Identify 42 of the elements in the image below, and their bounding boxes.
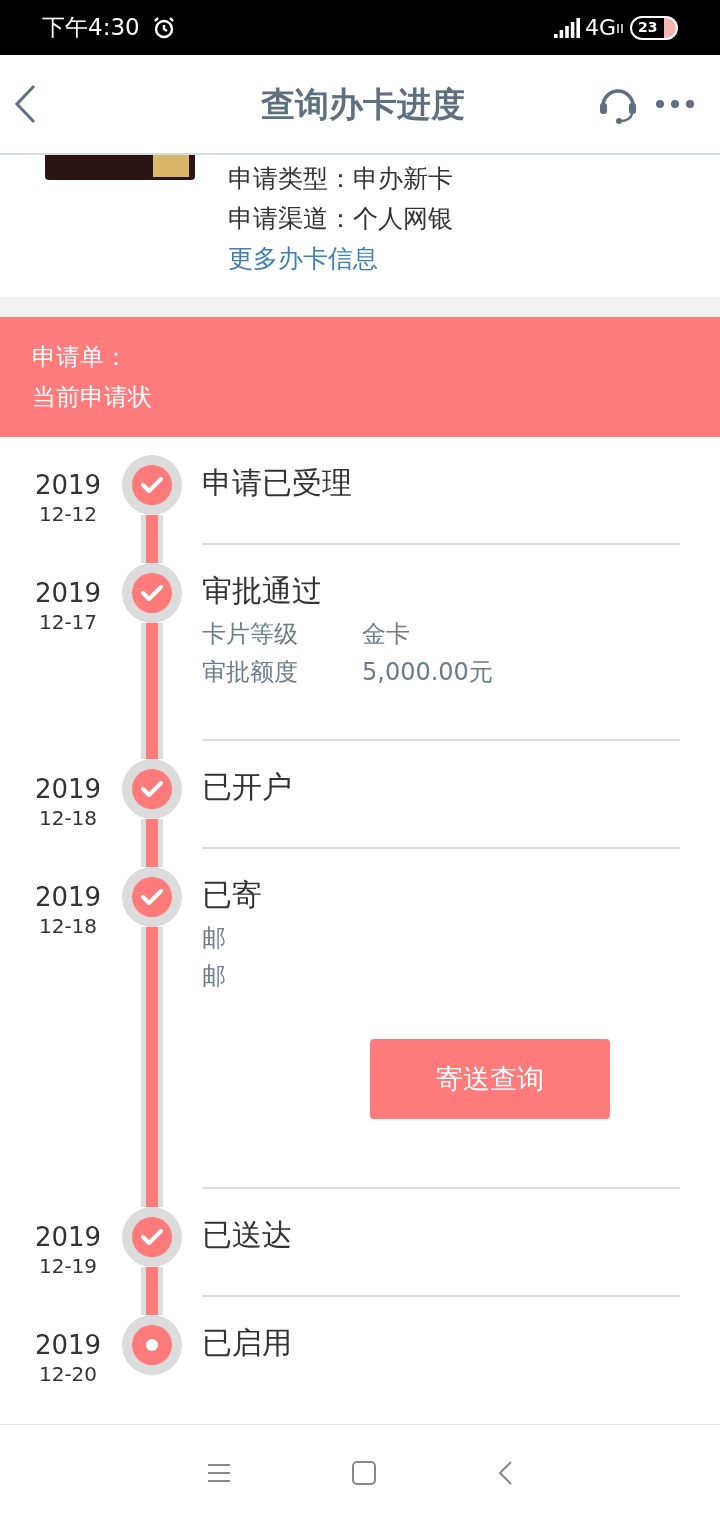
- info-line: 申请渠道：个人网银: [228, 203, 453, 235]
- step-title: 已启用: [202, 1324, 292, 1362]
- year-label: 2019: [34, 1221, 102, 1253]
- back-button[interactable]: [14, 84, 38, 124]
- data-arrows-icon: [616, 21, 624, 34]
- network-label: 4G: [584, 14, 616, 42]
- detail-label: 邮: [202, 923, 227, 954]
- step-title: 已开户: [202, 768, 292, 806]
- step-title: 已寄: [202, 876, 262, 914]
- detail-label: 卡片等级: [202, 619, 299, 650]
- banner-text: 当前申请状: [32, 382, 152, 413]
- page-title: 查询办卡进度: [261, 82, 465, 126]
- more-info-link[interactable]: 更多办卡信息: [228, 239, 378, 279]
- step-title: 申请已受理: [202, 464, 352, 502]
- detail-label: 邮: [202, 961, 227, 992]
- signal-icon: [553, 17, 582, 38]
- date-label: 12-20: [38, 1361, 98, 1387]
- year-label: 2019: [34, 577, 102, 609]
- detail-value: 金卡: [362, 619, 410, 650]
- shipping-query-button[interactable]: 寄送查询: [370, 1039, 610, 1119]
- banner-text: 申请单：: [32, 342, 128, 373]
- date-label: 12-18: [38, 805, 98, 831]
- date-label: 12-17: [38, 609, 98, 635]
- step-title: 已送达: [202, 1216, 292, 1254]
- card-icon: [45, 155, 195, 181]
- info-line: 申请类型：申办新卡: [228, 163, 453, 195]
- clock-time: 下午4:30: [42, 13, 140, 43]
- battery-indicator: 23: [630, 15, 678, 40]
- detail-value: 5,000.00元: [362, 657, 493, 688]
- date-label: 12-12: [38, 501, 98, 527]
- detail-label: 审批额度: [202, 657, 299, 688]
- date-label: 12-19: [38, 1253, 98, 1279]
- year-label: 2019: [34, 1329, 102, 1361]
- back-icon[interactable]: [497, 1459, 513, 1486]
- year-label: 2019: [34, 773, 102, 805]
- more-icon[interactable]: [656, 99, 694, 109]
- year-label: 2019: [34, 469, 102, 501]
- home-icon[interactable]: [351, 1459, 377, 1486]
- menu-icon[interactable]: [207, 1462, 231, 1483]
- step-title: 审批通过: [202, 572, 322, 610]
- date-label: 12-18: [38, 913, 98, 939]
- year-label: 2019: [34, 881, 102, 913]
